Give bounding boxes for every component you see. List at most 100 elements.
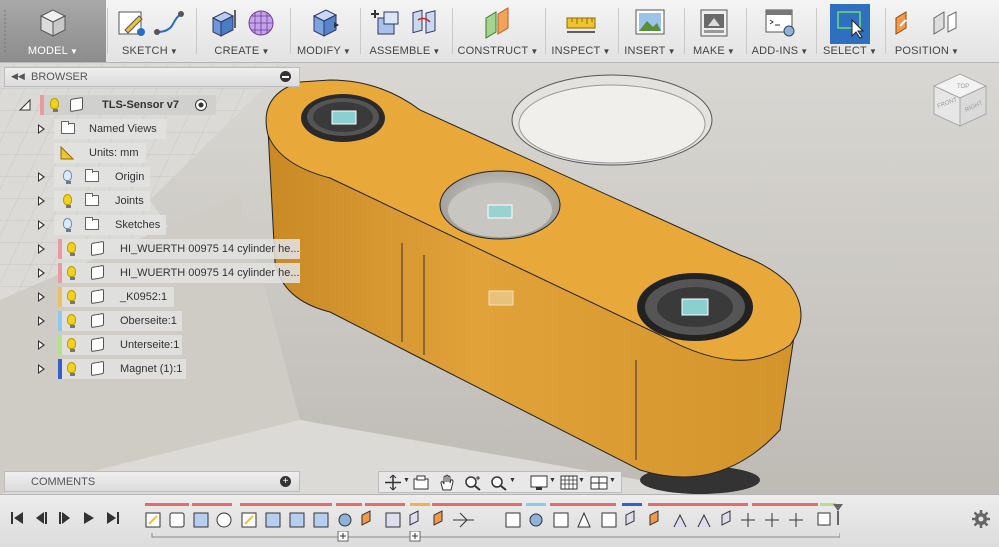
navigation-bar: ▼ ▼ ▼ ▼ ▼ xyxy=(378,471,622,493)
viewcube-top[interactable]: TOP xyxy=(957,84,969,90)
browser-title: BROWSER xyxy=(31,71,88,83)
tree-item-joints[interactable]: Joints xyxy=(0,191,155,211)
make-menu[interactable]: MAKE ▼ xyxy=(686,0,742,62)
inspect-menu[interactable]: INSPECT ▼ xyxy=(548,0,614,62)
model-label: MODEL xyxy=(27,45,68,57)
tree-root[interactable]: TLS-Sensor v7 xyxy=(0,95,220,115)
workspace-model-button[interactable]: MODEL ▼ xyxy=(0,0,106,62)
component-icon xyxy=(91,312,104,329)
create-sketch-icon xyxy=(118,11,145,36)
orbit-icon[interactable] xyxy=(383,474,403,491)
sketch-menu[interactable]: SKETCH ▼ xyxy=(110,0,190,62)
assemble-menu[interactable]: ASSEMBLE ▼ xyxy=(362,0,448,62)
chevron-down-icon: ▼ xyxy=(70,47,79,56)
pin-icon[interactable] xyxy=(280,71,291,82)
tree-item-body[interactable]: HI_WUERTH 00975 14 cylinder he... xyxy=(0,263,302,283)
component-color-tab xyxy=(58,239,62,259)
step-back-icon[interactable] xyxy=(32,509,50,527)
tree-item-body[interactable]: Unterseite:1 xyxy=(0,335,185,355)
view-cube[interactable]: TOP FRONT RIGHT xyxy=(926,68,996,130)
create-menu[interactable]: CREATE ▼ xyxy=(198,0,286,62)
expand-arrow-icon[interactable] xyxy=(38,124,45,134)
visibility-bulb-icon[interactable] xyxy=(67,266,76,280)
visibility-bulb-icon[interactable] xyxy=(67,290,76,304)
gear-icon[interactable] xyxy=(972,510,990,528)
offset-plane-icon xyxy=(485,7,509,39)
chevron-down-icon: ▼ xyxy=(800,47,809,56)
browser-panel-header[interactable]: ◀◀ BROWSER xyxy=(4,67,300,87)
modify-menu[interactable]: MODIFY ▼ xyxy=(292,0,356,62)
visibility-bulb-icon[interactable] xyxy=(63,170,72,184)
addins-menu[interactable]: ADD-INS ▼ xyxy=(748,0,812,62)
play-icon[interactable] xyxy=(56,509,74,527)
visibility-bulb-icon[interactable] xyxy=(67,314,76,328)
tree-item-sketches[interactable]: Sketches xyxy=(0,215,170,235)
step-forward-icon[interactable] xyxy=(80,509,98,527)
comments-panel[interactable]: COMMENTS + xyxy=(4,471,300,492)
visibility-bulb-icon[interactable] xyxy=(67,242,76,256)
chevron-down-icon: ▼ xyxy=(667,47,676,56)
expand-arrow-icon[interactable] xyxy=(38,292,45,302)
joint-icon xyxy=(412,9,436,34)
display-settings-icon[interactable] xyxy=(529,474,549,491)
viewports-icon[interactable] xyxy=(589,474,609,491)
construct-menu[interactable]: CONSTRUCT ▼ xyxy=(455,0,541,62)
sketch-label: SKETCH xyxy=(122,45,168,57)
expand-arrow-icon[interactable] xyxy=(38,196,45,206)
tree-item-origin[interactable]: Origin xyxy=(0,167,155,187)
go-to-start-icon[interactable] xyxy=(8,509,26,527)
tree-item-units[interactable]: Units: mm xyxy=(0,143,150,163)
tree-item-named-views[interactable]: Named Views xyxy=(0,119,170,139)
expand-arrow-icon[interactable] xyxy=(38,364,45,374)
visibility-bulb-icon[interactable] xyxy=(50,98,59,112)
chevron-down-icon[interactable]: ▼ xyxy=(509,477,516,484)
add-comment-icon[interactable]: + xyxy=(280,476,291,487)
go-to-end-icon[interactable] xyxy=(104,509,122,527)
zoom-icon[interactable] xyxy=(463,474,483,491)
expand-triangle-icon[interactable] xyxy=(18,98,32,112)
tree-item-body[interactable]: Magnet (1):1 xyxy=(0,359,190,379)
timeline-groups xyxy=(151,531,840,542)
tree-item-body[interactable]: Oberseite:1 xyxy=(0,311,185,331)
named-views-label: Named Views xyxy=(89,123,157,135)
pan-hand-icon[interactable] xyxy=(437,474,457,491)
visibility-bulb-icon[interactable] xyxy=(67,338,76,352)
expand-arrow-icon[interactable] xyxy=(38,340,45,350)
expand-arrow-icon[interactable] xyxy=(38,172,45,182)
chevron-down-icon[interactable]: ▼ xyxy=(578,477,585,484)
folder-icon xyxy=(85,193,99,206)
chevron-down-icon: ▼ xyxy=(951,47,960,56)
position-menu[interactable]: POSITION ▼ xyxy=(888,0,966,62)
chevron-down-icon: ▼ xyxy=(868,47,878,56)
select-menu[interactable]: SELECT ▼ xyxy=(818,0,882,62)
tree-item-body[interactable]: _K0952:1 xyxy=(0,287,180,307)
expand-arrow-icon[interactable] xyxy=(38,316,45,326)
chevron-down-icon[interactable]: ▼ xyxy=(549,477,556,484)
visibility-bulb-icon[interactable] xyxy=(63,194,72,208)
chevron-down-icon[interactable]: ▼ xyxy=(609,477,616,484)
component-color-tab xyxy=(58,359,62,379)
line-icon xyxy=(154,11,184,35)
timeline-bar xyxy=(0,494,999,547)
timeline-marker-icon[interactable] xyxy=(832,503,844,525)
component-link-icon xyxy=(91,360,104,377)
activate-radio-icon[interactable] xyxy=(194,98,208,112)
visibility-bulb-icon[interactable] xyxy=(63,218,72,232)
sphere-grid-icon xyxy=(248,10,274,36)
folder-icon xyxy=(61,121,75,134)
expand-arrow-icon[interactable] xyxy=(38,244,45,254)
chevron-down-icon: ▼ xyxy=(530,47,539,56)
tree-item-body[interactable]: HI_WUERTH 00975 14 cylinder he... xyxy=(0,239,302,259)
look-at-icon[interactable] xyxy=(411,474,431,491)
zoom-window-icon[interactable] xyxy=(489,474,509,491)
visibility-bulb-icon[interactable] xyxy=(67,362,76,376)
chevron-down-icon: ▼ xyxy=(169,47,178,56)
insert-menu[interactable]: INSERT ▼ xyxy=(620,0,680,62)
grid-settings-icon[interactable] xyxy=(559,474,579,491)
addins-label: ADD-INS xyxy=(751,45,799,57)
expand-arrow-icon[interactable] xyxy=(38,220,45,230)
chevron-down-icon[interactable]: ▼ xyxy=(403,477,410,484)
collapse-icon[interactable]: ◀◀ xyxy=(11,71,25,82)
component-color-tab xyxy=(58,311,62,331)
expand-arrow-icon[interactable] xyxy=(38,268,45,278)
